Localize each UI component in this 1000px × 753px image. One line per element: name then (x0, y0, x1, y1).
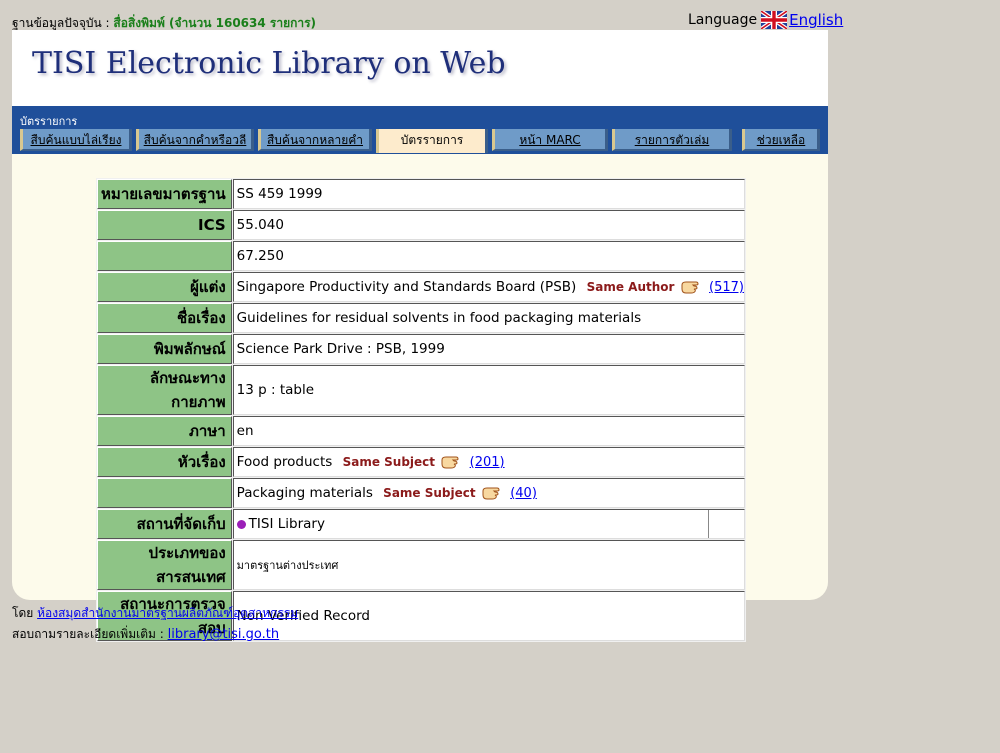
tab-keyword-search-link[interactable]: สืบค้นจากคำหรือวลี (144, 133, 247, 147)
tab-browse-search[interactable]: สืบค้นแบบไล่เรียง (20, 129, 132, 151)
location-value: TISI Library (248, 516, 325, 532)
same-author-count-link[interactable]: (517) (709, 280, 744, 295)
field-value: Non Verified Record (232, 591, 745, 641)
footer-by: โดย ห้องสมุดสำนักงานมาตรฐานผลิตภัณฑ์อุตส… (12, 604, 298, 623)
table-row: ประเภทของสารสนเทศ มาตรฐานต่างประเทศ (97, 540, 745, 590)
email-link[interactable]: library@tisi.go.th (168, 627, 280, 642)
pointing-hand-icon[interactable] (441, 454, 463, 470)
database-prefix: ฐานข้อมูลปัจจุบัน : (12, 16, 110, 30)
table-row: พิมพลักษณ์ Science Park Drive : PSB, 199… (97, 334, 745, 364)
language-switcher: Language English (688, 11, 843, 29)
table-row: ภาษา en (97, 416, 745, 446)
same-author-label: Same Author (586, 280, 675, 294)
english-link[interactable]: English (789, 11, 843, 29)
field-label: สถานที่จัดเก็บ (97, 509, 232, 539)
banner: TISI Electronic Library on Web (12, 30, 828, 106)
location-side-cell (708, 510, 744, 538)
tab-marc-link[interactable]: หน้า MARC (519, 133, 580, 147)
footer-by-prefix: โดย (12, 606, 34, 620)
table-row: หัวเรื่อง Food products Same Subject (20… (97, 447, 745, 477)
same-subject-label: Same Subject (342, 455, 436, 469)
nav-strip: บัตรรายการ (12, 106, 828, 128)
table-row: ผู้แต่ง Singapore Productivity and Stand… (97, 272, 745, 302)
field-value: 55.040 (232, 210, 745, 240)
location-value-cell: TISI Library (232, 509, 745, 539)
field-value: มาตรฐานต่างประเทศ (232, 540, 745, 590)
tab-multi-word-search[interactable]: สืบค้นจากหลายคำ (258, 129, 372, 151)
table-row: สถานที่จัดเก็บ TISI Library (97, 509, 745, 539)
field-value: 67.250 (232, 241, 745, 271)
field-label: ชื่อเรื่อง (97, 303, 232, 333)
field-label: ICS (97, 210, 232, 240)
field-label (97, 241, 232, 271)
tab-catalog-card-label: บัตรรายการ (400, 133, 464, 147)
table-row: ชื่อเรื่อง Guidelines for residual solve… (97, 303, 745, 333)
table-row: ICS 55.040 (97, 210, 745, 240)
tab-browse-search-link[interactable]: สืบค้นแบบไล่เรียง (31, 133, 122, 147)
tab-keyword-search[interactable]: สืบค้นจากคำหรือวลี (136, 129, 254, 151)
pointing-hand-icon[interactable] (681, 279, 703, 295)
nav-tabs: สืบค้นแบบไล่เรียง สืบค้นจากคำหรือวลี สืบ… (12, 128, 828, 154)
table-row: ลักษณะทางกายภาพ 13 p : table (97, 365, 745, 415)
field-label: หมายเลขมาตรฐาน (97, 179, 232, 209)
field-label (97, 478, 232, 508)
author-value-cell: Singapore Productivity and Standards Boa… (232, 272, 745, 302)
database-name: สื่อสิ่งพิมพ์ (จำนวน 160634 รายการ) (113, 16, 317, 30)
purple-bullet-icon (236, 519, 246, 529)
tab-help[interactable]: ช่วยเหลือ (742, 129, 820, 151)
top-bar: ฐานข้อมูลปัจจุบัน : สื่อสิ่งพิมพ์ (จำนวน… (0, 0, 1000, 30)
field-value: 13 p : table (232, 365, 745, 415)
field-value: SS 459 1999 (232, 179, 745, 209)
tab-help-link[interactable]: ช่วยเหลือ (757, 133, 806, 147)
subject-value-cell: Food products Same Subject (201) (232, 447, 745, 477)
tab-catalog-card[interactable]: บัตรรายการ (376, 129, 488, 153)
field-label: ประเภทของสารสนเทศ (97, 540, 232, 590)
field-label: ลักษณะทางกายภาพ (97, 365, 232, 415)
record-table: หมายเลขมาตรฐาน SS 459 1999 ICS 55.040 67… (96, 178, 746, 642)
field-label: พิมพลักษณ์ (97, 334, 232, 364)
table-row: 67.250 (97, 241, 745, 271)
footer-contact-prefix: สอบถามรายละเอียดเพิ่มเติม : (12, 627, 164, 641)
field-value: Guidelines for residual solvents in food… (232, 303, 745, 333)
same-subject-count-link[interactable]: (201) (470, 455, 505, 470)
author-value: Singapore Productivity and Standards Boa… (236, 279, 577, 295)
same-subject-count-link[interactable]: (40) (510, 486, 537, 501)
field-label: ผู้แต่ง (97, 272, 232, 302)
field-label: ภาษา (97, 416, 232, 446)
tab-multi-word-search-link[interactable]: สืบค้นจากหลายคำ (267, 133, 363, 147)
library-org-link[interactable]: ห้องสมุดสำนักงานมาตรฐานผลิตภัณฑ์อุตสาหกร… (37, 606, 298, 620)
uk-flag-icon[interactable] (761, 11, 788, 29)
field-value: Science Park Drive : PSB, 1999 (232, 334, 745, 364)
table-row: Packaging materials Same Subject (40) (97, 478, 745, 508)
field-value: en (232, 416, 745, 446)
tab-marc[interactable]: หน้า MARC (492, 129, 608, 151)
site-title: TISI Electronic Library on Web (32, 46, 506, 81)
tab-item-list-link[interactable]: รายการตัวเล่ม (635, 133, 710, 147)
field-label: หัวเรื่อง (97, 447, 232, 477)
subject-value-cell: Packaging materials Same Subject (40) (232, 478, 745, 508)
subject-value: Food products (236, 454, 333, 470)
footer-contact: สอบถามรายละเอียดเพิ่มเติม : library@tisi… (12, 625, 279, 644)
same-subject-label: Same Subject (383, 486, 476, 500)
tab-item-list[interactable]: รายการตัวเล่ม (612, 129, 732, 151)
pointing-hand-icon[interactable] (482, 485, 504, 501)
table-row: หมายเลขมาตรฐาน SS 459 1999 (97, 179, 745, 209)
subject-value: Packaging materials (236, 485, 373, 501)
language-label: Language (688, 12, 758, 28)
